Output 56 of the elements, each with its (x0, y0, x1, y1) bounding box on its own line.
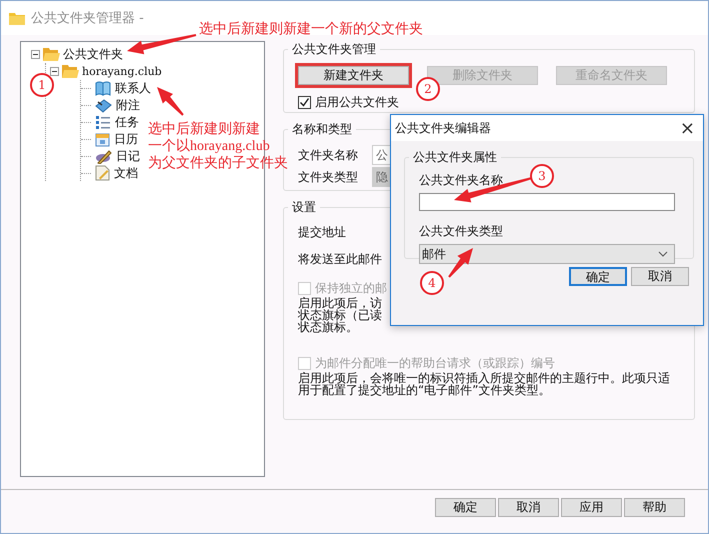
group-title: 公共文件夹属性 (412, 149, 498, 166)
dialog-button[interactable]: 取消 (498, 498, 559, 517)
checkbox-label: 保持独立的邮 (315, 280, 387, 297)
field-label: 文件夹类型 (298, 168, 358, 186)
checkbox-label: 启用公共文件夹 (315, 94, 399, 111)
document-icon (95, 165, 110, 181)
checkbox-label: 为邮件分配唯一的帮助台请求（或跟踪）编号 (315, 355, 555, 372)
checkbox[interactable] (298, 96, 311, 109)
calendar-icon (95, 132, 110, 146)
step-marker: 2 (416, 77, 440, 101)
tree-item[interactable]: 联系人 (115, 80, 151, 96)
description-text: 状态旗标。 (298, 321, 358, 333)
list-icon (95, 114, 111, 130)
tree-item[interactable]: 日历 (114, 130, 138, 148)
field-label: 文件夹名称 (298, 146, 358, 164)
folder-icon (9, 12, 25, 24)
arrow (157, 87, 184, 116)
tree-item[interactable]: horayang.club (82, 64, 162, 78)
dialog-button[interactable]: 应用 (561, 498, 622, 517)
description-text: 启用此项后，访 (298, 297, 382, 309)
description-text: 用于配置了提交地址的“电子邮件”文件夹类型。 (298, 384, 550, 396)
folder-button[interactable]: 新建文件夹 (298, 66, 409, 85)
folder-icon (62, 64, 79, 78)
field-label: 公共文件夹名称 (419, 172, 503, 189)
tree-item[interactable]: 任务 (115, 114, 139, 130)
pen-icon (95, 148, 112, 164)
group-title: 公共文件夹管理 (291, 41, 377, 58)
dialog-title: 公共文件夹编辑器 (395, 120, 491, 136)
tree-item[interactable]: 公共文件夹 (63, 46, 123, 62)
input-field[interactable] (419, 193, 675, 211)
dialog-button[interactable]: 帮助 (624, 498, 685, 517)
annotation-text: 选中后新建则新建一个新的父文件夹 (199, 21, 423, 38)
folder-icon (43, 47, 60, 61)
arrow (448, 248, 473, 278)
dialog-button[interactable]: 取消 (631, 267, 689, 286)
note-icon (95, 98, 112, 112)
close-button[interactable]: × (680, 118, 695, 138)
tree-item[interactable]: 附注 (116, 96, 140, 114)
tree-item[interactable]: 日记 (116, 148, 140, 164)
hint-text: 将发送至此邮件 (298, 251, 382, 268)
arrow (127, 34, 196, 54)
collapse-icon[interactable] (31, 50, 40, 58)
description-text: 启用此项后，会将唯一的标识符插入所提交邮件的主题行中。此项只适 (298, 372, 670, 384)
window-title: 公共文件夹管理器 - (31, 10, 144, 27)
dialog-button[interactable]: 确定 (435, 498, 496, 517)
tree-item[interactable]: 文档 (114, 164, 138, 182)
group-title: 名称和类型 (291, 121, 353, 138)
description-text: 状态旗标（已读 (298, 309, 382, 321)
collapse-icon[interactable] (50, 66, 59, 76)
group-title: 设置 (291, 199, 317, 216)
field-label: 提交地址 (298, 224, 346, 241)
book-icon (95, 80, 111, 96)
chevron-down-icon (658, 251, 668, 257)
field-label: 公共文件夹类型 (419, 223, 503, 240)
dropdown[interactable]: 邮件 (419, 244, 675, 264)
dialog-button[interactable]: 确定 (569, 267, 627, 286)
